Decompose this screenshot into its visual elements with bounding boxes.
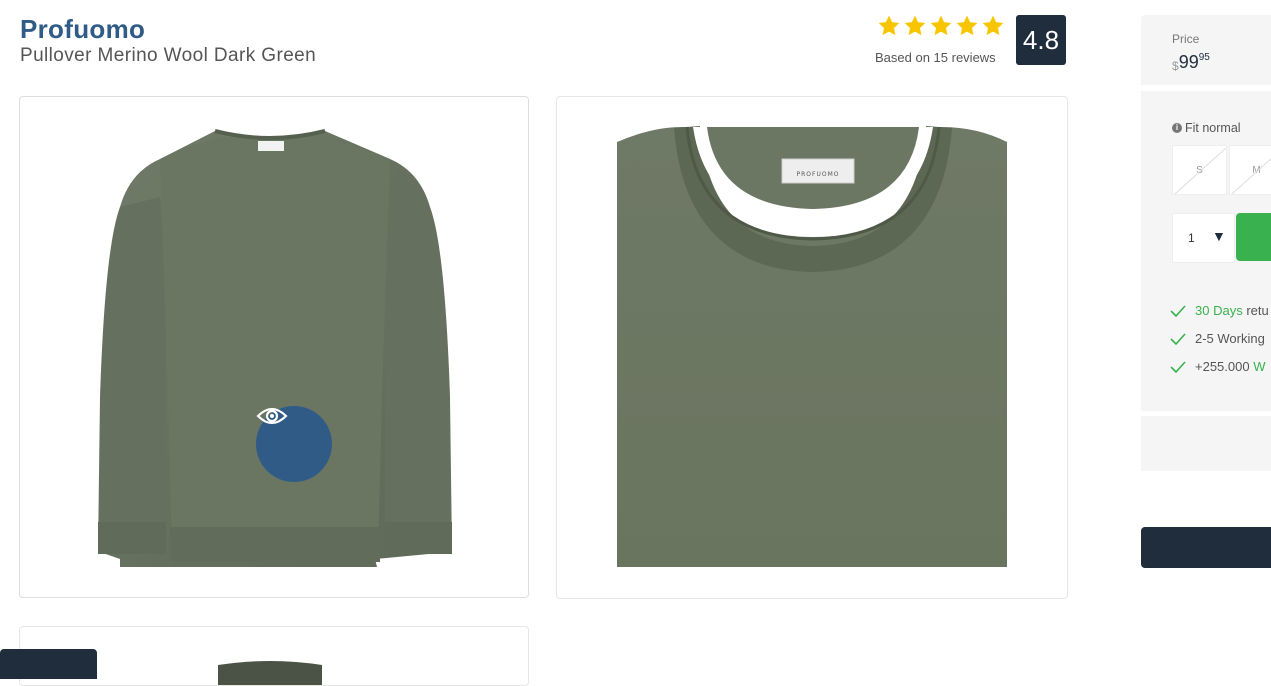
- sweater-detail-image: PROFUOMO: [617, 125, 1007, 567]
- product-image-front[interactable]: [19, 96, 529, 598]
- size-option-m[interactable]: M: [1229, 145, 1271, 195]
- fit-label: Fit normal: [1185, 121, 1241, 135]
- caret-down-icon: ▼: [1212, 228, 1226, 244]
- usp-returns: 30 Days retu: [1170, 303, 1269, 318]
- add-to-cart-button[interactable]: [1236, 213, 1271, 261]
- price-panel: [1141, 15, 1271, 85]
- svg-text:PROFUOMO: PROFUOMO: [797, 171, 840, 178]
- star-icon: [930, 15, 952, 36]
- star-icon: [904, 15, 926, 36]
- product-image-detail[interactable]: PROFUOMO: [556, 96, 1068, 599]
- floating-tab-button[interactable]: [0, 649, 97, 679]
- fit-info[interactable]: i Fit normal: [1172, 121, 1241, 135]
- secondary-action-button[interactable]: [1141, 527, 1271, 568]
- usp-delivery: 2-5 Working: [1170, 331, 1265, 346]
- quantity-select[interactable]: 1 ▼: [1172, 213, 1235, 263]
- star-icon: [878, 15, 900, 36]
- rating-score-badge: 4.8: [1016, 15, 1066, 65]
- eye-icon: [256, 407, 288, 425]
- check-icon: [1170, 360, 1186, 373]
- info-icon: i: [1172, 123, 1182, 133]
- size-option-s[interactable]: S: [1172, 145, 1227, 195]
- star-icon: [982, 15, 1004, 36]
- quick-view-button[interactable]: [256, 406, 332, 482]
- quantity-value: 1: [1188, 231, 1195, 245]
- price-label: Price: [1172, 32, 1200, 46]
- brand-label: PROFUOMO: [781, 158, 855, 184]
- sweater-front-image: [98, 129, 452, 567]
- product-title: Pullover Merino Wool Dark Green: [20, 45, 317, 66]
- brand-name[interactable]: Profuomo: [20, 14, 145, 45]
- reviews-count[interactable]: Based on 15 reviews: [875, 50, 996, 65]
- usp-customers: +255.000 W: [1170, 359, 1265, 374]
- check-icon: [1170, 332, 1186, 345]
- price-value: $9995: [1172, 52, 1210, 73]
- rating-stars[interactable]: [877, 14, 1005, 38]
- star-icon: [956, 15, 978, 36]
- panel-footer: [1141, 416, 1271, 471]
- check-icon: [1170, 304, 1186, 317]
